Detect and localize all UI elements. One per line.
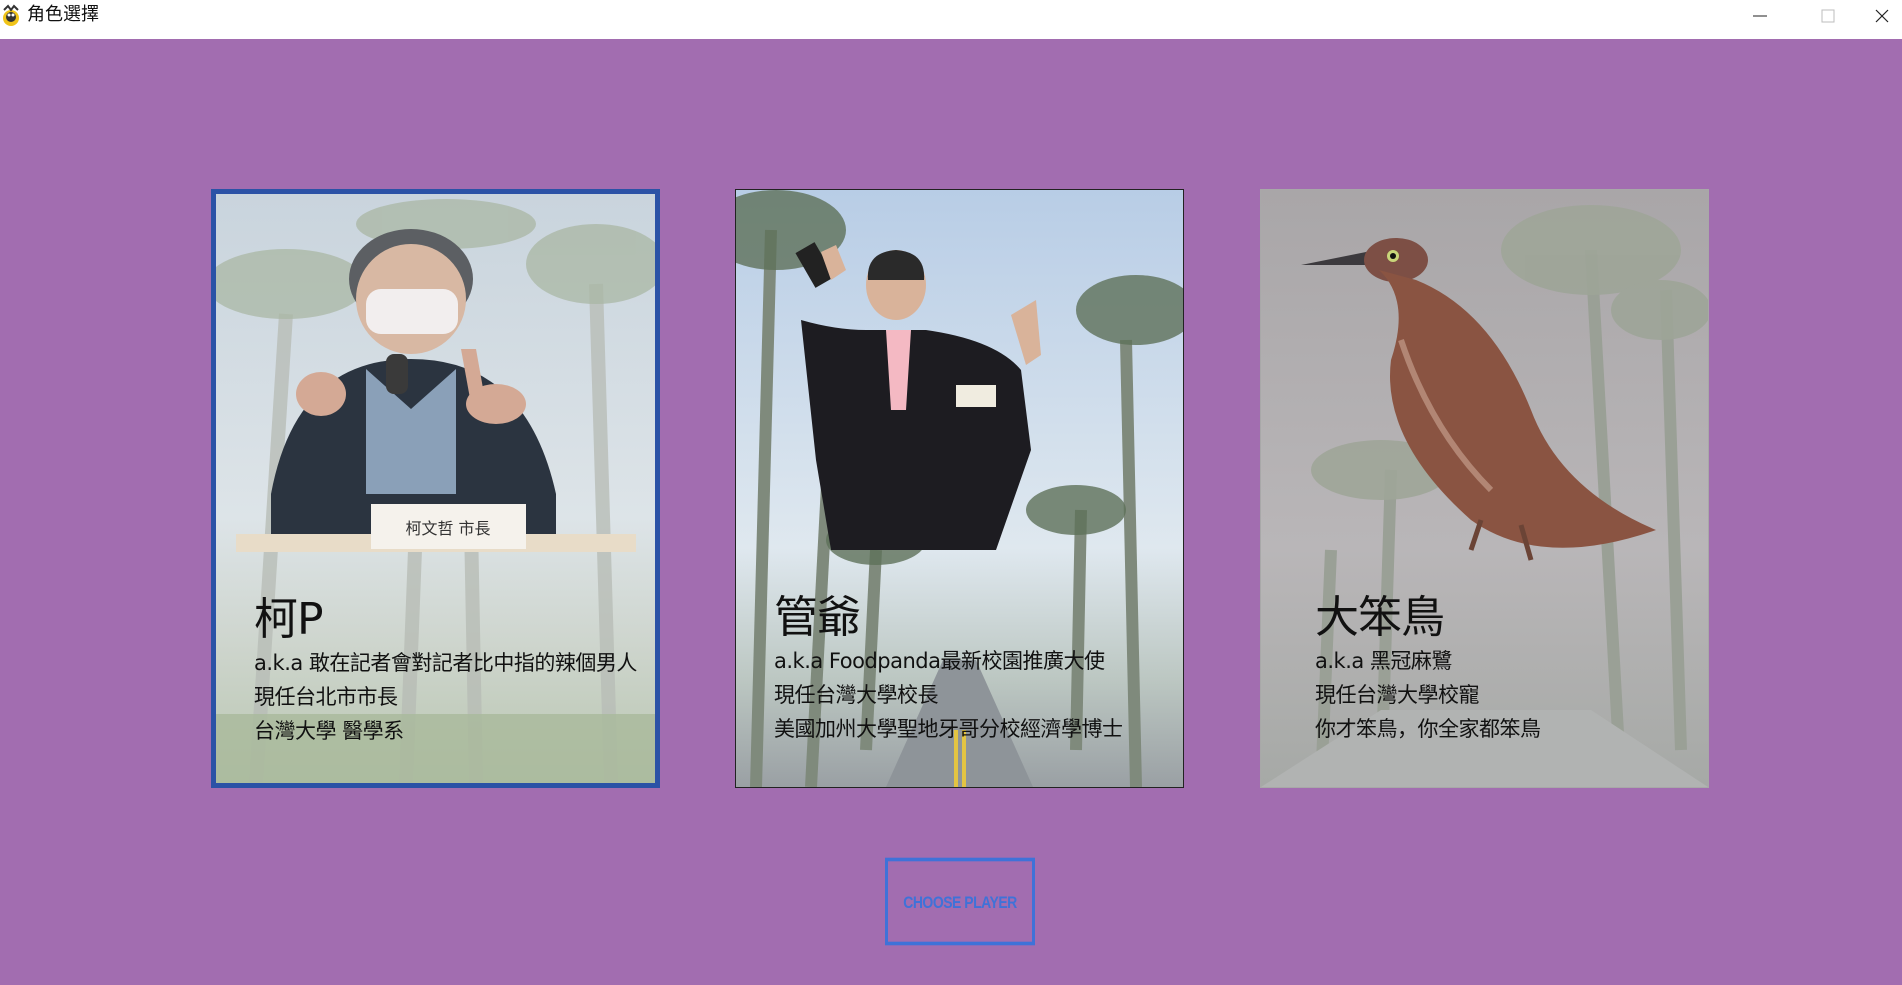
close-button[interactable]: [1862, 0, 1902, 31]
character-alias: a.k.a Foodpanda最新校園推廣大使: [774, 649, 1105, 673]
character-alias: a.k.a 黑冠麻鷺: [1315, 649, 1452, 673]
character-title: 現任台灣大學校長: [774, 683, 938, 707]
character-background: 你才笨鳥，你全家都笨鳥: [1315, 717, 1541, 741]
maximize-icon: [1821, 9, 1835, 22]
character-info-kuan: 管爺 a.k.a Foodpanda最新校園推廣大使 現任台灣大學校長 美國加州…: [774, 592, 1123, 746]
character-name: 柯P: [254, 594, 324, 645]
pygame-snake-icon: [3, 4, 19, 26]
character-alias: a.k.a 敢在記者會對記者比中指的辣個男人: [254, 651, 637, 675]
name-sign: 柯文哲 市長: [405, 519, 490, 538]
character-info-ko-p: 柯P a.k.a 敢在記者會對記者比中指的辣個男人 現任台北市市長 台灣大學 醫…: [254, 594, 637, 748]
character-title: 現任台北市市長: [254, 685, 398, 709]
choose-player-button[interactable]: CHOOSE PLAYER: [885, 857, 1035, 946]
minimize-button[interactable]: [1726, 0, 1794, 31]
character-background: 台灣大學 醫學系: [254, 719, 404, 743]
character-name: 大笨鳥: [1315, 592, 1445, 643]
title-bar: 角色選擇: [0, 0, 1902, 39]
character-background: 美國加州大學聖地牙哥分校經濟學博士: [774, 717, 1123, 741]
character-card-ko-p[interactable]: 柯文哲 市長 柯P a.k.a 敢在記者會對記者比中指的辣個男人 現任台北市市長…: [211, 189, 660, 788]
game-window: 角色選擇 柯文哲 市長 柯P a.k.a 敢在記者會對記者比中指的辣個男人 現任…: [0, 0, 1902, 985]
close-icon: [1875, 9, 1889, 22]
character-title: 現任台灣大學校寵: [1315, 683, 1479, 707]
minimize-icon: [1753, 15, 1767, 16]
character-card-big-bird[interactable]: 大笨鳥 a.k.a 黑冠麻鷺 現任台灣大學校寵 你才笨鳥，你全家都笨鳥: [1260, 189, 1709, 788]
character-info-big-bird: 大笨鳥 a.k.a 黑冠麻鷺 現任台灣大學校寵 你才笨鳥，你全家都笨鳥: [1315, 592, 1541, 746]
window-title: 角色選擇: [27, 4, 99, 25]
maximize-button[interactable]: [1794, 0, 1862, 31]
character-name: 管爺: [774, 592, 861, 643]
character-card-kuan[interactable]: 管爺 a.k.a Foodpanda最新校園推廣大使 現任台灣大學校長 美國加州…: [735, 189, 1184, 788]
